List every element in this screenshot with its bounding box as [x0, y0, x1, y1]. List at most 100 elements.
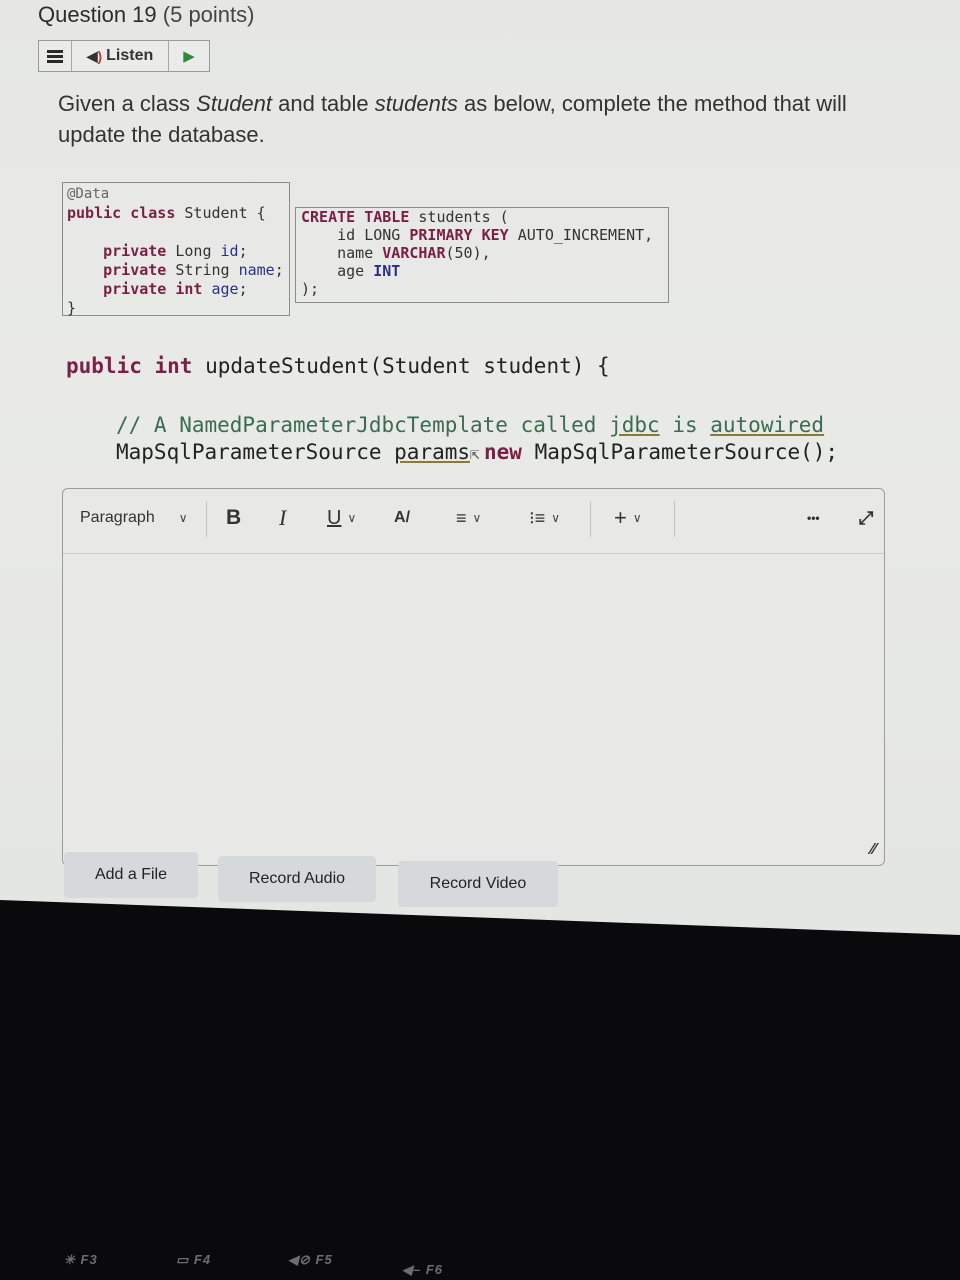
closing-brace: }: [67, 299, 77, 317]
keyword: private: [103, 261, 167, 279]
field-name: name: [238, 261, 275, 279]
record-audio-button[interactable]: Record Audio: [218, 856, 376, 902]
class-declaration: public class Student {: [67, 204, 285, 223]
list-button[interactable]: ⁝≡ ∨: [529, 503, 560, 533]
more-icon: •••: [807, 511, 820, 525]
question-prompt: Given a class Student and table students…: [58, 88, 888, 150]
keyboard-key-f4: ▭ F4: [176, 1252, 211, 1268]
signature: updateStudent(Student student) {: [192, 354, 610, 378]
type: Long: [166, 242, 221, 260]
keyword: public int: [66, 354, 193, 378]
align-button[interactable]: ≡ ∨: [456, 503, 481, 533]
text-color-icon: A/: [394, 509, 411, 526]
mute-icon: ◀⊘: [288, 1252, 316, 1267]
field-name: id: [220, 242, 239, 260]
prompt-text: Given a class: [58, 91, 197, 116]
field-name: age: [211, 280, 239, 298]
field-line: private int age;: [67, 280, 285, 299]
insert-button[interactable]: + ∨: [614, 503, 642, 533]
annotation: @Data: [67, 186, 110, 202]
sql-keyword: CREATE TABLE: [301, 208, 410, 226]
code-comment: // A NamedParameterJdbcTemplate called j…: [116, 412, 838, 439]
table-name: students (: [409, 208, 509, 226]
block-format-dropdown[interactable]: Paragraph ∨: [80, 503, 188, 533]
sql-text: AUTO_INCREMENT,: [508, 226, 654, 244]
key-label: F4: [193, 1252, 212, 1267]
sql-type: INT: [373, 262, 401, 280]
add-file-label: Add a File: [94, 866, 168, 883]
record-video-button[interactable]: Record Video: [398, 861, 558, 907]
italic-button[interactable]: I: [279, 503, 286, 533]
student-class-code: @Data public class Student { private Lon…: [62, 182, 290, 317]
keyword: new: [484, 440, 522, 464]
keyword: public class: [67, 204, 176, 222]
bold-button[interactable]: B: [226, 503, 241, 533]
comment-autowired: autowired: [710, 413, 825, 437]
key-label: F6: [425, 1262, 444, 1277]
field-line: private String name;: [67, 261, 285, 280]
column: id LONG: [301, 226, 410, 244]
fullscreen-button[interactable]: ⤢: [859, 503, 873, 533]
block-format-label: Paragraph: [80, 509, 155, 526]
chevron-down-icon: ∨: [472, 511, 482, 525]
record-audio-label: Record Audio: [248, 870, 346, 887]
italic-icon: I: [279, 505, 287, 530]
hamburger-icon: [47, 48, 63, 65]
semicolon: ;: [238, 280, 248, 298]
toolbar-divider: [674, 501, 675, 537]
play-button[interactable]: ▶: [169, 41, 209, 71]
key-label: F3: [80, 1252, 98, 1267]
column: age: [301, 262, 374, 280]
speaker-icon: ◀): [86, 47, 103, 64]
text-color-button[interactable]: A/: [394, 503, 410, 533]
expand-icon: ⤢: [859, 507, 874, 528]
more-options-button[interactable]: •••: [807, 503, 820, 533]
underline-button[interactable]: U ∨: [327, 503, 356, 533]
read-aloud-toolbar: ◀) Listen ▶: [38, 40, 210, 72]
question-title: Question 19 (5 points): [38, 2, 254, 28]
chevron-down-icon: ∨: [632, 511, 642, 525]
sql-keyword: VARCHAR: [382, 244, 446, 262]
question-points: (5 points): [162, 2, 255, 27]
chevron-down-icon: ∨: [178, 511, 188, 525]
toolbar-divider: [206, 501, 207, 537]
listen-button[interactable]: ◀) Listen: [72, 41, 169, 71]
bold-icon: B: [226, 506, 242, 529]
comment-text: // A NamedParameterJdbcTemplate called: [116, 413, 610, 437]
keyword: private: [103, 280, 167, 298]
prompt-class-name: Student: [196, 91, 273, 116]
prompt-text: and table: [272, 91, 375, 116]
column: name: [301, 244, 383, 262]
semicolon: ;: [274, 261, 284, 279]
answer-editor: Paragraph ∨ B I U ∨ A/ ≡ ∨ ⁝≡ ∨ + ∨ ••• ⤢ ∕∕: [62, 488, 885, 866]
keyboard-key-f5: ◀⊘ F5: [288, 1252, 333, 1268]
listen-label: Listen: [106, 47, 154, 64]
align-left-icon: ≡: [456, 507, 467, 528]
add-file-button[interactable]: Add a File: [64, 852, 198, 898]
launchpad-icon: ▭: [176, 1252, 194, 1267]
students-table-sql: CREATE TABLE students ( id LONG PRIMARY …: [295, 207, 669, 303]
type: MapSqlParameterSource: [116, 440, 395, 464]
resize-handle-icon[interactable]: ∕∕: [871, 841, 876, 859]
sql-line: name VARCHAR(50),: [301, 244, 663, 262]
question-number: Question 19: [38, 2, 157, 27]
key-label: F5: [315, 1252, 333, 1267]
screen: Question 19 (5 points) ◀) Listen ▶ Given…: [0, 0, 960, 935]
keyboard-key-f6: ◀– F6: [402, 1262, 443, 1278]
record-video-label: Record Video: [429, 875, 527, 892]
mouse-cursor-icon: ⇱: [470, 444, 480, 463]
sql-keyword: PRIMARY KEY: [409, 226, 509, 244]
sql-line: CREATE TABLE students (: [301, 208, 663, 226]
chevron-down-icon: ∨: [551, 511, 561, 525]
type: int: [166, 280, 212, 298]
read-aloud-menu-button[interactable]: [39, 41, 72, 71]
sql-line: age INT: [301, 262, 663, 280]
method-signature: public int updateStudent(Student student…: [66, 354, 610, 378]
field-line: private Long id;: [67, 242, 285, 261]
type: String: [166, 261, 239, 279]
editor-content-area[interactable]: [63, 554, 884, 865]
constructor: MapSqlParameterSource();: [521, 440, 839, 464]
keyword: private: [103, 242, 167, 260]
sql-line: id LONG PRIMARY KEY AUTO_INCREMENT,: [301, 226, 663, 244]
